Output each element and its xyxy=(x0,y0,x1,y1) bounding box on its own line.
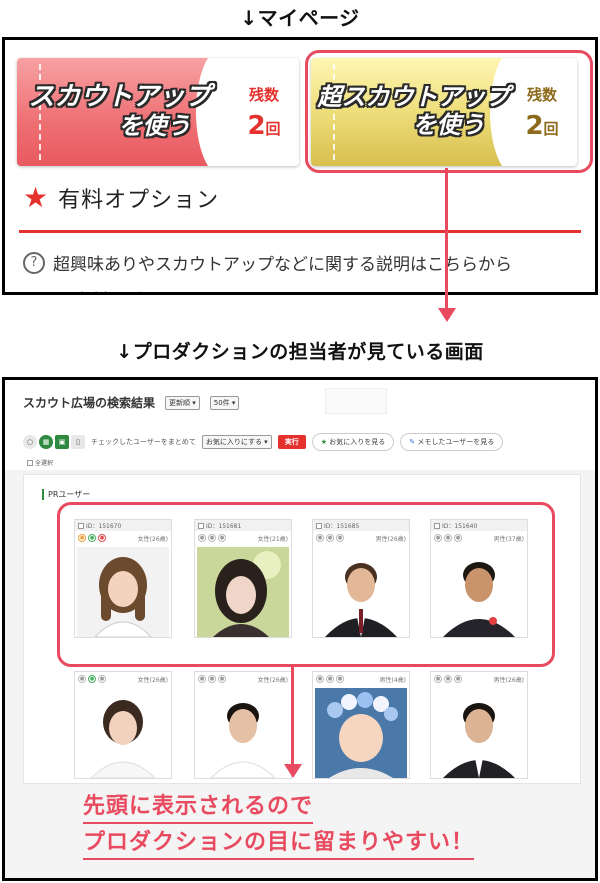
view-toggle: ○ ▦ ▣ ▯ xyxy=(23,435,85,449)
sort-select-value: 更新順 xyxy=(169,398,191,407)
card-age: 女性(26歳) xyxy=(137,676,168,684)
star-burst-icon: ★ xyxy=(23,181,49,214)
user-card[interactable]: ● ● ● 女性(26歳) xyxy=(74,671,172,779)
user-card[interactable]: ● ● ● 男性(4歳) xyxy=(312,671,410,779)
paid-option-title: ★ 有料オプション xyxy=(23,182,219,214)
search-header: スカウト広場の検索結果 更新順 ▾ 50件 ▾ xyxy=(23,394,240,411)
bulk-action-value: お気に入りにする xyxy=(205,438,262,446)
profile-photo[interactable] xyxy=(315,688,407,778)
select-all[interactable]: 全選択 xyxy=(27,458,53,467)
page-root: ↓マイページ スカウトアップ を使う 残数 2回 超スカウトアップ を使う 残数… xyxy=(0,0,600,883)
bulk-label: チェックしたユーザーをまとめて xyxy=(91,438,196,446)
pencil-icon: ✎ xyxy=(409,438,416,446)
ticket-label-line1: 超スカウトアップ xyxy=(317,83,510,112)
connector-line xyxy=(445,168,448,310)
sort-select[interactable]: 更新順 ▾ xyxy=(165,395,200,410)
grid-view-icon[interactable]: ▦ xyxy=(39,435,53,449)
connector-arrow-icon xyxy=(284,764,302,778)
ticket-label-line2: を使う xyxy=(118,112,191,141)
caption-line1: 先頭に表示されるので xyxy=(83,792,314,824)
card-meta: ● ● ● 男性(26歳) xyxy=(431,672,527,686)
blank-box xyxy=(325,388,387,414)
user-card[interactable]: ● ● ● 女性(26歳) xyxy=(194,671,292,779)
per-page-select[interactable]: 50件 ▾ xyxy=(209,395,240,410)
status-dots: ● ● ● xyxy=(78,675,106,683)
highlight-pr-users xyxy=(57,502,555,667)
status-dot-icon: ● xyxy=(78,675,86,683)
card-meta: ● ● ● 男性(4歳) xyxy=(313,672,409,686)
memo-button-label: メモしたユーザーを見る xyxy=(417,438,495,446)
status-dot-icon: ● xyxy=(198,675,206,683)
status-dot-icon: ● xyxy=(218,675,226,683)
status-dot-icon: ● xyxy=(98,675,106,683)
per-page-select-value: 50件 xyxy=(213,398,230,407)
section-divider xyxy=(19,230,581,233)
connector-line xyxy=(291,667,294,767)
status-dot-icon: ● xyxy=(326,675,334,683)
profile-photo[interactable] xyxy=(77,688,169,778)
status-dot-icon: ● xyxy=(454,675,462,683)
search-title: スカウト広場の検索結果 xyxy=(23,396,156,410)
memo-button[interactable]: ✎ メモしたユーザーを見る xyxy=(400,433,504,451)
question-circle-icon: ? xyxy=(23,251,45,274)
help-link-text: 超興味ありやスカウトアップなどに関する説明はこちらから xyxy=(53,255,512,275)
status-dot-icon: ● xyxy=(336,675,344,683)
paid-option-title-text: 有料オプション xyxy=(58,188,220,213)
status-dot-icon: ● xyxy=(88,675,96,683)
status-dot-icon: ● xyxy=(316,675,324,683)
remain-label: 残数 xyxy=(248,85,279,104)
bulk-action-select[interactable]: お気に入りにする ▾ xyxy=(201,435,272,449)
ticket-label: スカウトアップ を使う xyxy=(28,82,211,141)
ticket-label-line1: スカウトアップ xyxy=(28,82,211,113)
star-icon: ★ xyxy=(320,438,327,446)
caption-line2: プロダクションの目に留まりやすい！ xyxy=(83,828,475,860)
ticket-label-line2: を使う xyxy=(412,111,485,139)
ticket-remain: 残数 2回 xyxy=(229,58,299,166)
search-results-panel: スカウト広場の検索結果 更新順 ▾ 50件 ▾ ○ ▦ ▣ ▯ チェックしたユー… xyxy=(2,377,598,881)
mypage-panel: スカウトアップ を使う 残数 2回 超スカウトアップ を使う 残数 2回 ★ 有… xyxy=(2,37,598,295)
help-link[interactable]: ? 超興味ありやスカウトアップなどに関する説明はこちらから xyxy=(23,250,512,275)
scout-up-ticket[interactable]: スカウトアップ を使う 残数 2回 xyxy=(17,58,299,166)
remain-unit: 回 xyxy=(265,119,281,138)
card-meta: ● ● ● 女性(26歳) xyxy=(75,672,171,686)
remain-number: 2 xyxy=(247,110,266,141)
list-view-icon[interactable]: ○ xyxy=(23,435,37,449)
select-all-checkbox[interactable] xyxy=(27,459,33,466)
connector-arrow-icon xyxy=(438,308,456,322)
heading-production: ↓プロダクションの担当者が見ている画面 xyxy=(116,341,484,363)
result-toolbar: ○ ▦ ▣ ▯ チェックしたユーザーをまとめて お気に入りにする ▾ 実行 ★ … xyxy=(23,433,504,451)
favorites-button-label: お気に入りを見る xyxy=(329,438,386,446)
card-age: 男性(26歳) xyxy=(493,676,524,684)
profile-photo[interactable] xyxy=(197,688,289,778)
paid-option-link[interactable]: 有料オプションについて xyxy=(75,286,262,292)
pr-users-label: PRユーザー xyxy=(42,489,90,500)
person-view-icon[interactable]: ▯ xyxy=(71,435,85,449)
card-meta: ● ● ● 女性(26歳) xyxy=(195,672,291,686)
status-dots: ● ● ● xyxy=(198,675,226,683)
status-dot-icon: ● xyxy=(208,675,216,683)
exec-button[interactable]: 実行 xyxy=(277,435,306,449)
heading-mypage: ↓マイページ xyxy=(240,6,360,30)
card-age: 女性(26歳) xyxy=(257,676,288,684)
ticket-label: 超スカウトアップ を使う xyxy=(318,84,510,139)
card-age: 男性(4歳) xyxy=(379,676,407,684)
profile-photo[interactable] xyxy=(433,688,525,778)
ticket-main: スカウトアップ を使う xyxy=(17,58,248,166)
favorites-button[interactable]: ★ お気に入りを見る xyxy=(311,433,395,451)
status-dots: ● ● ● xyxy=(434,675,462,683)
status-dots: ● ● ● xyxy=(316,675,344,683)
photo-view-icon[interactable]: ▣ xyxy=(55,435,69,449)
select-all-label: 全選択 xyxy=(35,460,54,467)
status-dot-icon: ● xyxy=(434,675,442,683)
user-card[interactable]: ● ● ● 男性(26歳) xyxy=(430,671,528,779)
remain-count: 2回 xyxy=(247,111,280,141)
status-dot-icon: ● xyxy=(444,675,452,683)
